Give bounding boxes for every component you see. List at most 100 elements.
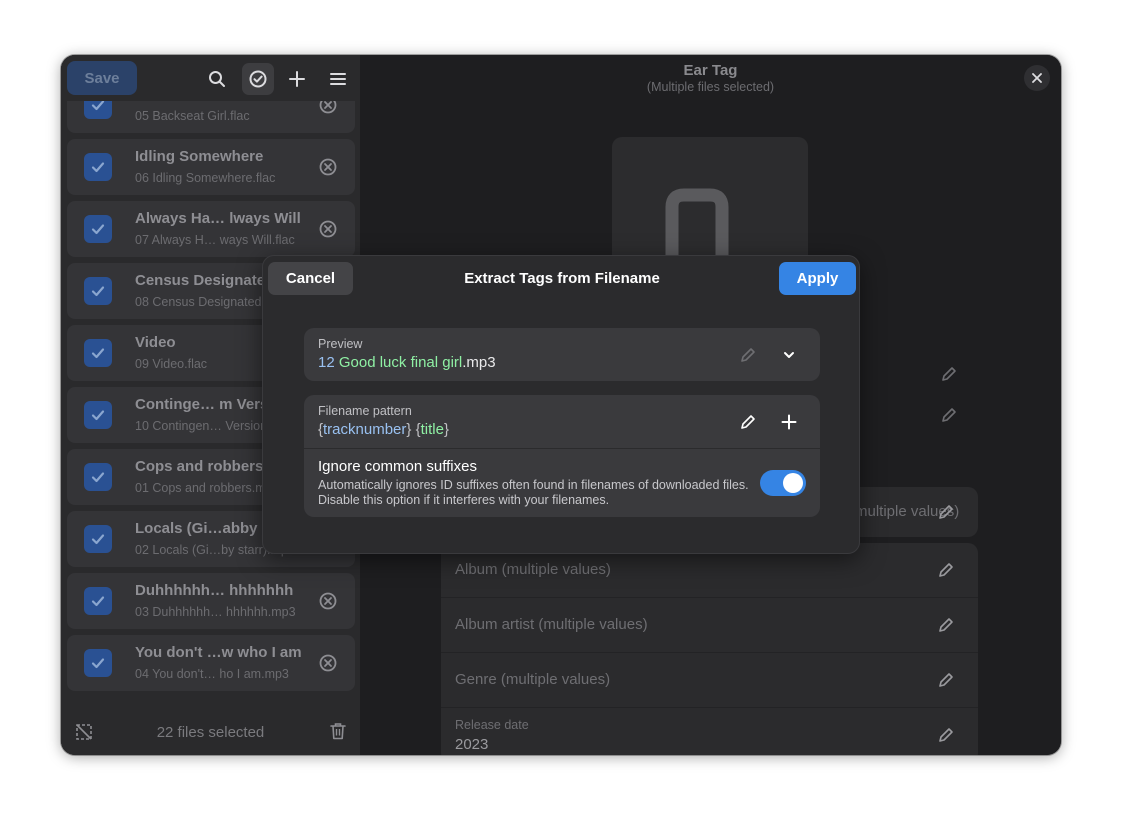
- file-title: Census Designated: [135, 272, 275, 289]
- cancel-button[interactable]: Cancel: [268, 262, 353, 295]
- file-checkbox[interactable]: [84, 101, 112, 119]
- checkmark-icon: [91, 658, 105, 669]
- chevron-down-icon: [784, 352, 794, 358]
- file-item[interactable]: You don't …w who I am 04 You don't… ho I…: [67, 635, 355, 691]
- sidebar-footer: 22 files selected: [61, 709, 360, 755]
- ignore-suffixes-title: Ignore common suffixes: [318, 458, 477, 475]
- preview-dropdown-button[interactable]: [774, 340, 804, 370]
- genre-placeholder: Genre (multiple values): [455, 671, 611, 688]
- file-checkbox[interactable]: [84, 587, 112, 615]
- divider: [304, 448, 820, 449]
- file-checkbox[interactable]: [84, 215, 112, 243]
- edit-icon[interactable]: [941, 366, 957, 382]
- remove-file-icon[interactable]: [319, 220, 337, 238]
- file-item[interactable]: Duhhhhhh… hhhhhhh 03 Duhhhhhh… hhhhhh.mp…: [67, 573, 355, 629]
- close-button[interactable]: [1024, 65, 1050, 91]
- edit-pattern-button[interactable]: [733, 407, 763, 437]
- release-date-label: Release date: [455, 718, 529, 732]
- file-name: 06 Idling Somewhere.flac: [135, 171, 276, 185]
- file-name: 05 Backseat Girl.flac: [135, 109, 250, 123]
- add-file-button[interactable]: [281, 63, 313, 95]
- checkmark-icon: [91, 348, 105, 359]
- remove-file-icon[interactable]: [319, 654, 337, 672]
- checkmark-icon: [91, 162, 105, 173]
- pattern-title: title: [420, 421, 444, 438]
- edit-icon[interactable]: [938, 727, 954, 743]
- pattern-tracknumber: tracknumber: [323, 421, 407, 438]
- file-name: 04 You don't… ho I am.mp3: [135, 667, 289, 681]
- add-icon: [781, 414, 797, 430]
- trash-icon[interactable]: [330, 722, 346, 740]
- ignore-suffixes-toggle[interactable]: [760, 470, 806, 496]
- search-icon: [209, 71, 225, 87]
- remove-file-icon[interactable]: [319, 592, 337, 610]
- remove-file-icon[interactable]: [319, 101, 337, 114]
- checkmark-icon: [91, 224, 105, 235]
- checkmark-icon: [91, 410, 105, 421]
- edit-icon[interactable]: [938, 504, 954, 520]
- genre-row[interactable]: Genre (multiple values): [441, 653, 978, 708]
- file-title: Video: [135, 334, 176, 351]
- apply-button[interactable]: Apply: [779, 262, 856, 295]
- album-artist-placeholder: Album artist (multiple values): [455, 616, 648, 633]
- brace: }: [406, 421, 412, 438]
- file-item[interactable]: 05 Backseat Girl.flac: [67, 101, 355, 133]
- file-name: 01 Cops and robbers.mp3: [135, 481, 280, 495]
- pattern-card: Filename pattern {tracknumber} {title} I…: [304, 395, 820, 517]
- edit-icon[interactable]: [938, 672, 954, 688]
- file-checkbox[interactable]: [84, 525, 112, 553]
- sidebar-header: Save: [61, 55, 360, 101]
- pattern-text[interactable]: {tracknumber} {title}: [318, 421, 449, 438]
- window-title: Ear Tag: [683, 62, 738, 79]
- edit-icon[interactable]: [938, 617, 954, 633]
- file-name: 07 Always H… ways Will.flac: [135, 233, 295, 247]
- file-item[interactable]: Always Ha… lways Will 07 Always H… ways …: [67, 201, 355, 257]
- add-icon: [289, 71, 305, 87]
- preview-text: 12 Good luck final girl.mp3: [318, 354, 496, 371]
- file-checkbox[interactable]: [84, 463, 112, 491]
- edit-preview-button[interactable]: [733, 340, 763, 370]
- preview-title: Good luck final girl: [338, 354, 463, 371]
- file-title: Always Ha… lways Will: [135, 210, 301, 227]
- selected-count: 22 files selected: [156, 724, 265, 741]
- file-checkbox[interactable]: [84, 401, 112, 429]
- search-button[interactable]: [201, 63, 233, 95]
- file-checkbox[interactable]: [84, 649, 112, 677]
- window-subtitle: (Multiple files selected): [646, 80, 775, 94]
- main-menu-button[interactable]: [322, 63, 354, 95]
- remove-file-icon[interactable]: [319, 158, 337, 176]
- edit-icon[interactable]: [938, 562, 954, 578]
- preview-extension: .mp3: [462, 354, 496, 371]
- file-checkbox[interactable]: [84, 339, 112, 367]
- file-checkbox[interactable]: [84, 277, 112, 305]
- file-name: 03 Duhhhhhh… hhhhhh.mp3: [135, 605, 296, 619]
- app-window: Save 05 Backseat Girl.flac Idling Somewh…: [61, 55, 1061, 755]
- preview-track: 12: [318, 354, 335, 371]
- tag-list: Album (multiple values) Album artist (mu…: [441, 543, 978, 755]
- edit-icon[interactable]: [941, 407, 957, 423]
- file-title: Cops and robbers: [135, 458, 264, 475]
- close-icon: [1032, 73, 1042, 83]
- file-title: You don't …w who I am: [135, 644, 302, 661]
- album-artist-row[interactable]: Album artist (multiple values): [441, 598, 978, 653]
- file-checkbox[interactable]: [84, 153, 112, 181]
- checkmark-icon: [91, 472, 105, 483]
- toggle-knob: [783, 473, 803, 493]
- pattern-caption: Filename pattern: [318, 404, 412, 418]
- file-name: 09 Video.flac: [135, 357, 208, 371]
- brace: }: [443, 421, 449, 438]
- pencil-icon: [741, 348, 755, 362]
- album-placeholder: Album (multiple values): [455, 561, 611, 578]
- add-pattern-button[interactable]: [774, 407, 804, 437]
- select-mode-button[interactable]: [242, 63, 274, 95]
- extract-tags-dialog: Cancel Extract Tags from Filename Apply …: [262, 255, 860, 554]
- file-item[interactable]: Idling Somewhere 06 Idling Somewhere.fla…: [67, 139, 355, 195]
- save-button[interactable]: Save: [67, 61, 137, 95]
- release-date-row[interactable]: Release date 2023: [441, 708, 978, 755]
- preview-caption: Preview: [318, 337, 363, 351]
- pencil-icon: [741, 415, 755, 429]
- file-title: Duhhhhhh… hhhhhhh: [135, 582, 294, 599]
- checkmark-icon: [91, 534, 105, 545]
- file-title: Idling Somewhere: [135, 148, 264, 165]
- file-title: Locals (Gi…abby: [135, 520, 258, 537]
